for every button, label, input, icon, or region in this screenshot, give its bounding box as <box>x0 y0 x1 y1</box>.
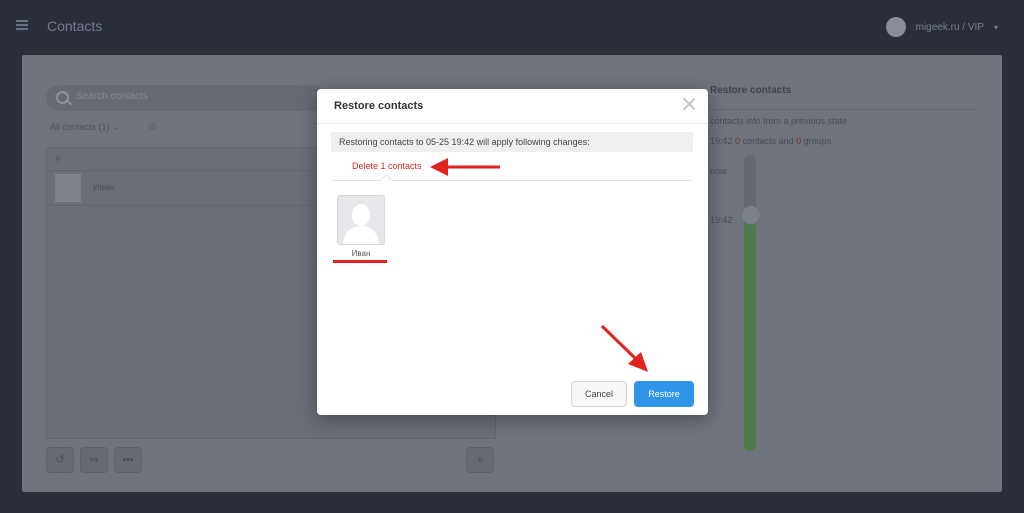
account-name[interactable]: migeek.ru / VIP <box>916 22 984 33</box>
restore-info-bar: Restoring contacts to 05-25 19:42 will a… <box>331 132 693 152</box>
restore-description: contacts info from a previous state <box>710 116 848 126</box>
summary-groups-word: groups <box>803 136 832 146</box>
list-column-header: # <box>55 154 61 164</box>
gear-icon[interactable]: ⚙ <box>148 122 157 133</box>
top-bar: Contacts migeek.ru / VIP ▾ <box>0 0 1024 55</box>
summary-groups-count: 0 <box>796 136 802 146</box>
summary-time: 19:42 <box>710 136 733 146</box>
cancel-button[interactable]: Cancel <box>571 381 627 407</box>
dialog-title: Restore contacts <box>334 100 424 112</box>
annotation-underline <box>333 260 387 263</box>
restore-summary: 19:42 0 contacts and 0 groups <box>710 136 831 146</box>
contact-avatar <box>55 174 81 202</box>
history-button[interactable]: ↺ <box>46 447 74 473</box>
timeline-slider-handle[interactable] <box>741 205 761 225</box>
plus-icon: + <box>476 454 484 466</box>
person-avatar-icon <box>338 196 384 244</box>
chevron-down-icon[interactable]: ▾ <box>994 23 998 32</box>
search-icon <box>56 91 69 104</box>
app-title: Contacts <box>47 18 103 34</box>
search-box[interactable] <box>46 85 326 111</box>
restore-panel-title: Restore contacts <box>710 85 792 96</box>
contact-card-name: Иван <box>351 249 371 258</box>
account-avatar[interactable] <box>885 17 906 37</box>
merge-button[interactable]: ↣ <box>80 447 108 473</box>
merge-icon: ↣ <box>89 454 99 466</box>
hamburger-menu-icon[interactable] <box>16 20 28 30</box>
close-icon[interactable] <box>682 97 696 111</box>
timeline-label-time: 19:42 <box>710 215 733 225</box>
restore-button[interactable]: Restore <box>634 381 694 407</box>
tab-delete-contacts[interactable]: Delete 1 contacts <box>352 161 422 171</box>
timeline-slider-track[interactable] <box>744 155 756 451</box>
divider <box>710 109 976 110</box>
more-button[interactable]: ••• <box>114 447 142 473</box>
add-contact-button[interactable]: + <box>466 447 494 473</box>
account-menu[interactable]: migeek.ru / VIP ▾ <box>885 17 998 37</box>
history-icon: ↺ <box>55 454 65 466</box>
search-input[interactable] <box>74 90 318 103</box>
tab-pointer <box>380 174 392 186</box>
contact-name: Иван <box>93 182 115 192</box>
contacts-filter-dropdown[interactable]: All contacts (1) ⌄ <box>50 122 120 133</box>
timeline-label-now: now <box>710 166 727 176</box>
timeline-slider-fill <box>744 214 756 451</box>
summary-contacts-count: 0 <box>735 136 741 146</box>
more-icon: ••• <box>122 454 134 466</box>
restore-contacts-dialog: Restore contacts Restoring contacts to 0… <box>317 89 708 415</box>
summary-contacts-word: contacts and <box>742 136 794 146</box>
dialog-divider <box>317 123 708 124</box>
contact-card[interactable] <box>337 195 385 245</box>
